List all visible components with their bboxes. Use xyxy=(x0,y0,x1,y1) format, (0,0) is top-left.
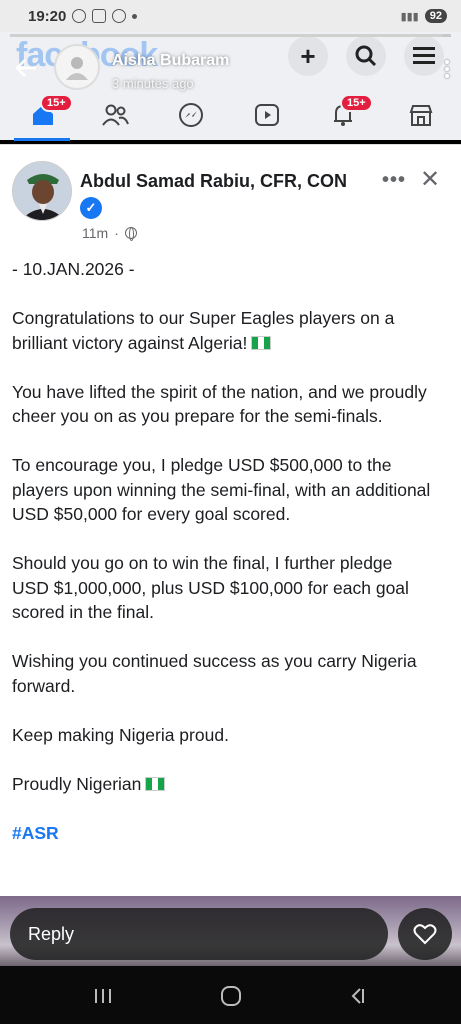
status-left: 19:20 xyxy=(28,7,138,25)
signal-icon: ▮▮▮ xyxy=(400,10,419,23)
author-avatar[interactable] xyxy=(12,161,72,221)
globe-icon xyxy=(124,227,137,241)
facebook-header: facebook + Aisha Bubaram 3 minutes ago 1… xyxy=(0,32,461,141)
home-icon[interactable]: 15+ xyxy=(26,94,73,130)
story-progress-bar xyxy=(10,34,451,37)
story-user-name[interactable]: Aisha Bubaram xyxy=(112,52,229,70)
facebook-nav: 15+ 15+ xyxy=(0,94,461,138)
post-author-name[interactable]: Abdul Samad Rabiu, CFR, CON xyxy=(80,171,347,192)
post-paragraph: Congratulations to our Super Eagles play… xyxy=(12,308,395,353)
battery-indicator: 92 xyxy=(424,9,447,23)
story-options-icon[interactable] xyxy=(445,60,449,78)
status-right: ▮▮▮ 92 xyxy=(401,9,447,23)
whatsapp-icon xyxy=(72,9,87,23)
menu-icon[interactable] xyxy=(404,36,444,76)
heart-icon[interactable] xyxy=(398,908,452,960)
hashtag-link[interactable]: #ASR xyxy=(12,821,452,846)
recent-apps-icon[interactable] xyxy=(88,986,118,1006)
plus-icon[interactable]: + xyxy=(288,36,328,76)
back-arrow-icon[interactable] xyxy=(14,54,38,85)
post-card: Abdul Samad Rabiu, CFR, CON ✓ 11m · ••• … xyxy=(0,144,461,896)
post-paragraph: Wishing you continued success as you car… xyxy=(12,651,417,696)
reply-input[interactable]: Reply xyxy=(10,908,388,960)
search-icon[interactable] xyxy=(346,36,386,76)
notifications-badge: 15+ xyxy=(340,94,373,112)
android-navigation-bar xyxy=(0,966,461,1024)
story-avatar[interactable] xyxy=(54,44,100,90)
back-button-icon[interactable] xyxy=(342,986,372,1006)
post-date-line: - 10.JAN.2026 - xyxy=(12,259,135,279)
post-more-button[interactable]: ••• xyxy=(382,169,406,192)
more-notifications-icon xyxy=(132,13,138,19)
home-button-icon[interactable] xyxy=(216,986,246,1006)
post-meta: 11m · xyxy=(82,225,137,241)
post-close-button[interactable]: ✕ xyxy=(420,165,440,194)
video-icon[interactable] xyxy=(250,100,284,130)
notification-icon xyxy=(92,9,107,23)
nigeria-flag-icon xyxy=(145,776,166,791)
status-bar: 19:20 ▮▮▮ 92 xyxy=(0,0,461,32)
marketplace-icon[interactable] xyxy=(404,100,438,130)
post-paragraph: Should you go on to win the final, I fur… xyxy=(12,553,409,622)
active-tab-indicator xyxy=(14,138,70,141)
app-icon xyxy=(112,9,127,23)
post-time[interactable]: 11m xyxy=(82,225,108,241)
messenger-icon[interactable] xyxy=(174,100,208,130)
post-body: - 10.JAN.2026 - Congratulations to our S… xyxy=(12,257,452,845)
nigeria-flag-icon xyxy=(251,335,272,350)
post-paragraph: Proudly Nigerian xyxy=(12,772,452,797)
post-paragraph: Keep making Nigeria proud. xyxy=(12,724,229,745)
bell-icon[interactable]: 15+ xyxy=(326,94,373,130)
post-paragraph: You have lifted the spirit of the nation… xyxy=(12,381,427,427)
home-badge: 15+ xyxy=(40,94,73,112)
verified-icon: ✓ xyxy=(80,197,102,219)
story-time: 3 minutes ago xyxy=(112,76,194,91)
post-paragraph: To encourage you, I pledge USD $500,000 … xyxy=(12,455,431,524)
friends-icon[interactable] xyxy=(98,100,132,130)
status-time: 19:20 xyxy=(28,7,67,25)
meta-separator: · xyxy=(114,225,119,241)
